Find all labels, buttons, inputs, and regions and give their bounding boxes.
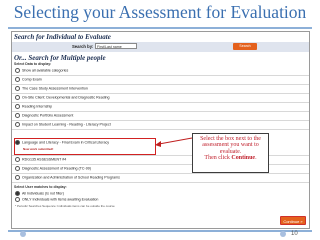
option-label: Organization and Administration of Schoo…	[22, 175, 120, 180]
multiple-section-title: Or... Search for Multiple people	[14, 54, 106, 62]
user-option-label: All Individuals (Is not filter)	[22, 191, 64, 196]
footer-divider	[8, 230, 312, 232]
continue-button[interactable]: Continue »	[280, 216, 306, 225]
search-bar: Search by: First/Last name Search	[12, 42, 309, 52]
radio-icon[interactable]	[15, 122, 20, 127]
radio-icon[interactable]	[15, 68, 20, 73]
callout-line: assessment you want to	[202, 142, 259, 149]
bullet-dot-icon	[280, 231, 286, 237]
divider	[12, 75, 309, 76]
radio-icon[interactable]	[15, 197, 20, 202]
select-user-label: Select User matches to display:	[14, 185, 67, 189]
footnote: * Periodic Searches Sequence: Individual…	[15, 204, 115, 208]
radio-icon[interactable]	[15, 95, 20, 100]
divider	[12, 84, 309, 85]
slide-title: Selecting your Assessment for Evaluation	[13, 2, 307, 22]
radio-icon[interactable]	[15, 104, 20, 109]
option-item[interactable]: Reading Internship	[15, 104, 145, 111]
app-screenshot: Search for Individual to Evaluate Search…	[11, 31, 310, 229]
radio-selected-icon[interactable]	[15, 191, 20, 196]
user-option-label: ONLY Individuals with items awaiting Eva…	[22, 197, 99, 202]
callout-text: .	[255, 154, 257, 161]
option-label: Reading Internship	[22, 104, 53, 109]
option-label: Impact on Student Learning - Reading - L…	[22, 122, 111, 127]
option-item[interactable]: Organization and Administration of Schoo…	[15, 175, 145, 182]
search-section-title: Search for Individual to Evaluate	[14, 33, 111, 41]
callout-line: Then click Continue.	[193, 155, 268, 161]
radio-selected-icon[interactable]	[15, 140, 20, 145]
bullet-dot-icon	[20, 231, 26, 237]
option-label: RDG135 ASSESSMENT #4	[22, 157, 67, 162]
option-item[interactable]: Diagnostic Portfolio Assessment	[15, 113, 145, 120]
search-input[interactable]: First/Last name	[95, 43, 137, 49]
instruction-callout: Select the box next to the assessment yo…	[192, 133, 269, 173]
option-item-selected[interactable]: Language and Literacy - Final Exam in Cr…	[15, 140, 145, 147]
option-item[interactable]: On-Site Client: Developmental and Diagno…	[15, 95, 145, 102]
option-item[interactable]: Comp Exam	[15, 77, 145, 84]
divider	[12, 173, 309, 174]
callout-text: Then click	[204, 154, 232, 161]
option-label: Comp Exam	[22, 77, 42, 82]
divider	[12, 129, 309, 130]
divider	[12, 102, 309, 103]
divider	[12, 111, 309, 112]
radio-icon[interactable]	[15, 157, 20, 162]
option-item[interactable]: Diagnostic Assessment of Reading (TC-99)	[15, 166, 145, 173]
search-button[interactable]: Search	[233, 43, 257, 50]
callout-emphasis: Continue	[231, 154, 256, 161]
option-item[interactable]: RDG135 ASSESSMENT #4	[15, 157, 145, 164]
user-option-item[interactable]: ONLY Individuals with items awaiting Eva…	[15, 197, 145, 204]
option-label: Diagnostic Assessment of Reading (TC-99)	[22, 166, 91, 171]
radio-icon[interactable]	[15, 77, 20, 82]
option-item[interactable]: Impact on Student Learning - Reading - L…	[15, 122, 145, 129]
page-number: 10	[291, 231, 298, 237]
option-label: The Case Study Assessment Intervention	[22, 86, 88, 91]
search-label: Search by:	[72, 44, 94, 49]
divider	[12, 93, 309, 94]
radio-icon[interactable]	[15, 166, 20, 171]
option-note: Now work submitted!	[23, 147, 54, 151]
title-divider	[8, 27, 312, 29]
option-label: On-Site Client: Developmental and Diagno…	[22, 95, 110, 100]
pointer-arrow-icon	[155, 137, 193, 147]
option-item[interactable]: The Case Study Assessment Intervention	[15, 86, 145, 93]
radio-icon[interactable]	[15, 86, 20, 91]
option-label: Language and Literacy - Final Exam in Cr…	[22, 140, 110, 145]
option-item[interactable]: Show all available categories	[15, 68, 145, 75]
option-label: Show all available categories	[22, 68, 69, 73]
option-label: Diagnostic Portfolio Assessment	[22, 113, 74, 118]
divider	[12, 182, 309, 183]
divider	[12, 120, 309, 121]
radio-icon[interactable]	[15, 113, 20, 118]
select-data-label: Select Data to display:	[14, 62, 52, 66]
radio-icon[interactable]	[15, 175, 20, 180]
